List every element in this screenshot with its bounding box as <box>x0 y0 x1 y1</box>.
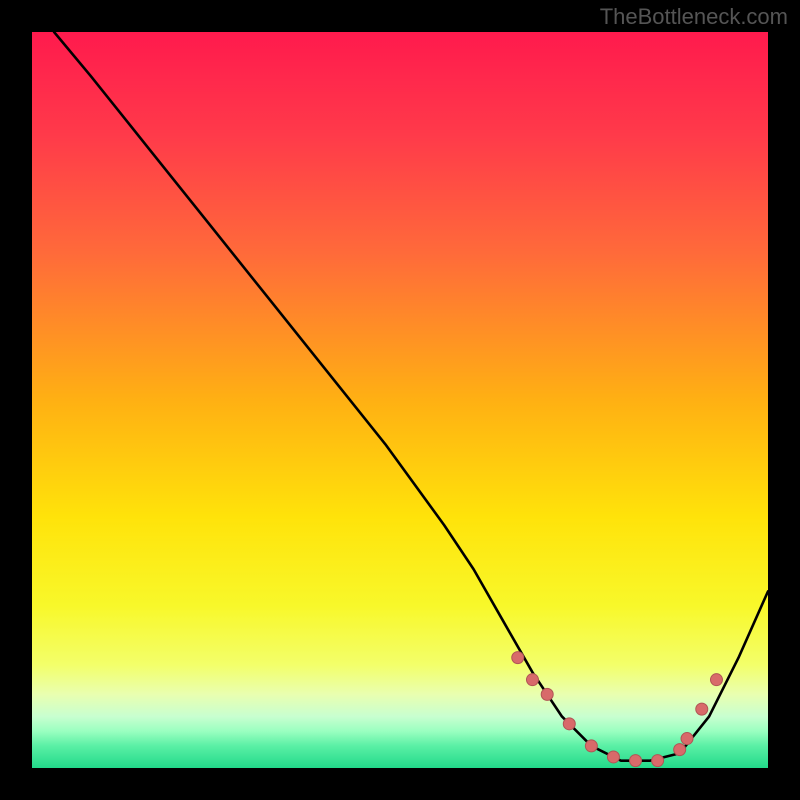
marker-point <box>563 718 575 730</box>
marker-point <box>526 674 538 686</box>
marker-point <box>512 652 524 664</box>
plot-area <box>32 32 768 768</box>
marker-point <box>710 674 722 686</box>
marker-point <box>681 733 693 745</box>
marker-point <box>674 744 686 756</box>
marker-point <box>541 688 553 700</box>
watermark-text: TheBottleneck.com <box>600 4 788 30</box>
marker-point <box>585 740 597 752</box>
marker-point <box>652 755 664 767</box>
marker-point <box>630 755 642 767</box>
marker-point <box>607 751 619 763</box>
bottleneck-chart <box>32 32 768 768</box>
marker-point <box>696 703 708 715</box>
chart-frame: TheBottleneck.com <box>0 0 800 800</box>
